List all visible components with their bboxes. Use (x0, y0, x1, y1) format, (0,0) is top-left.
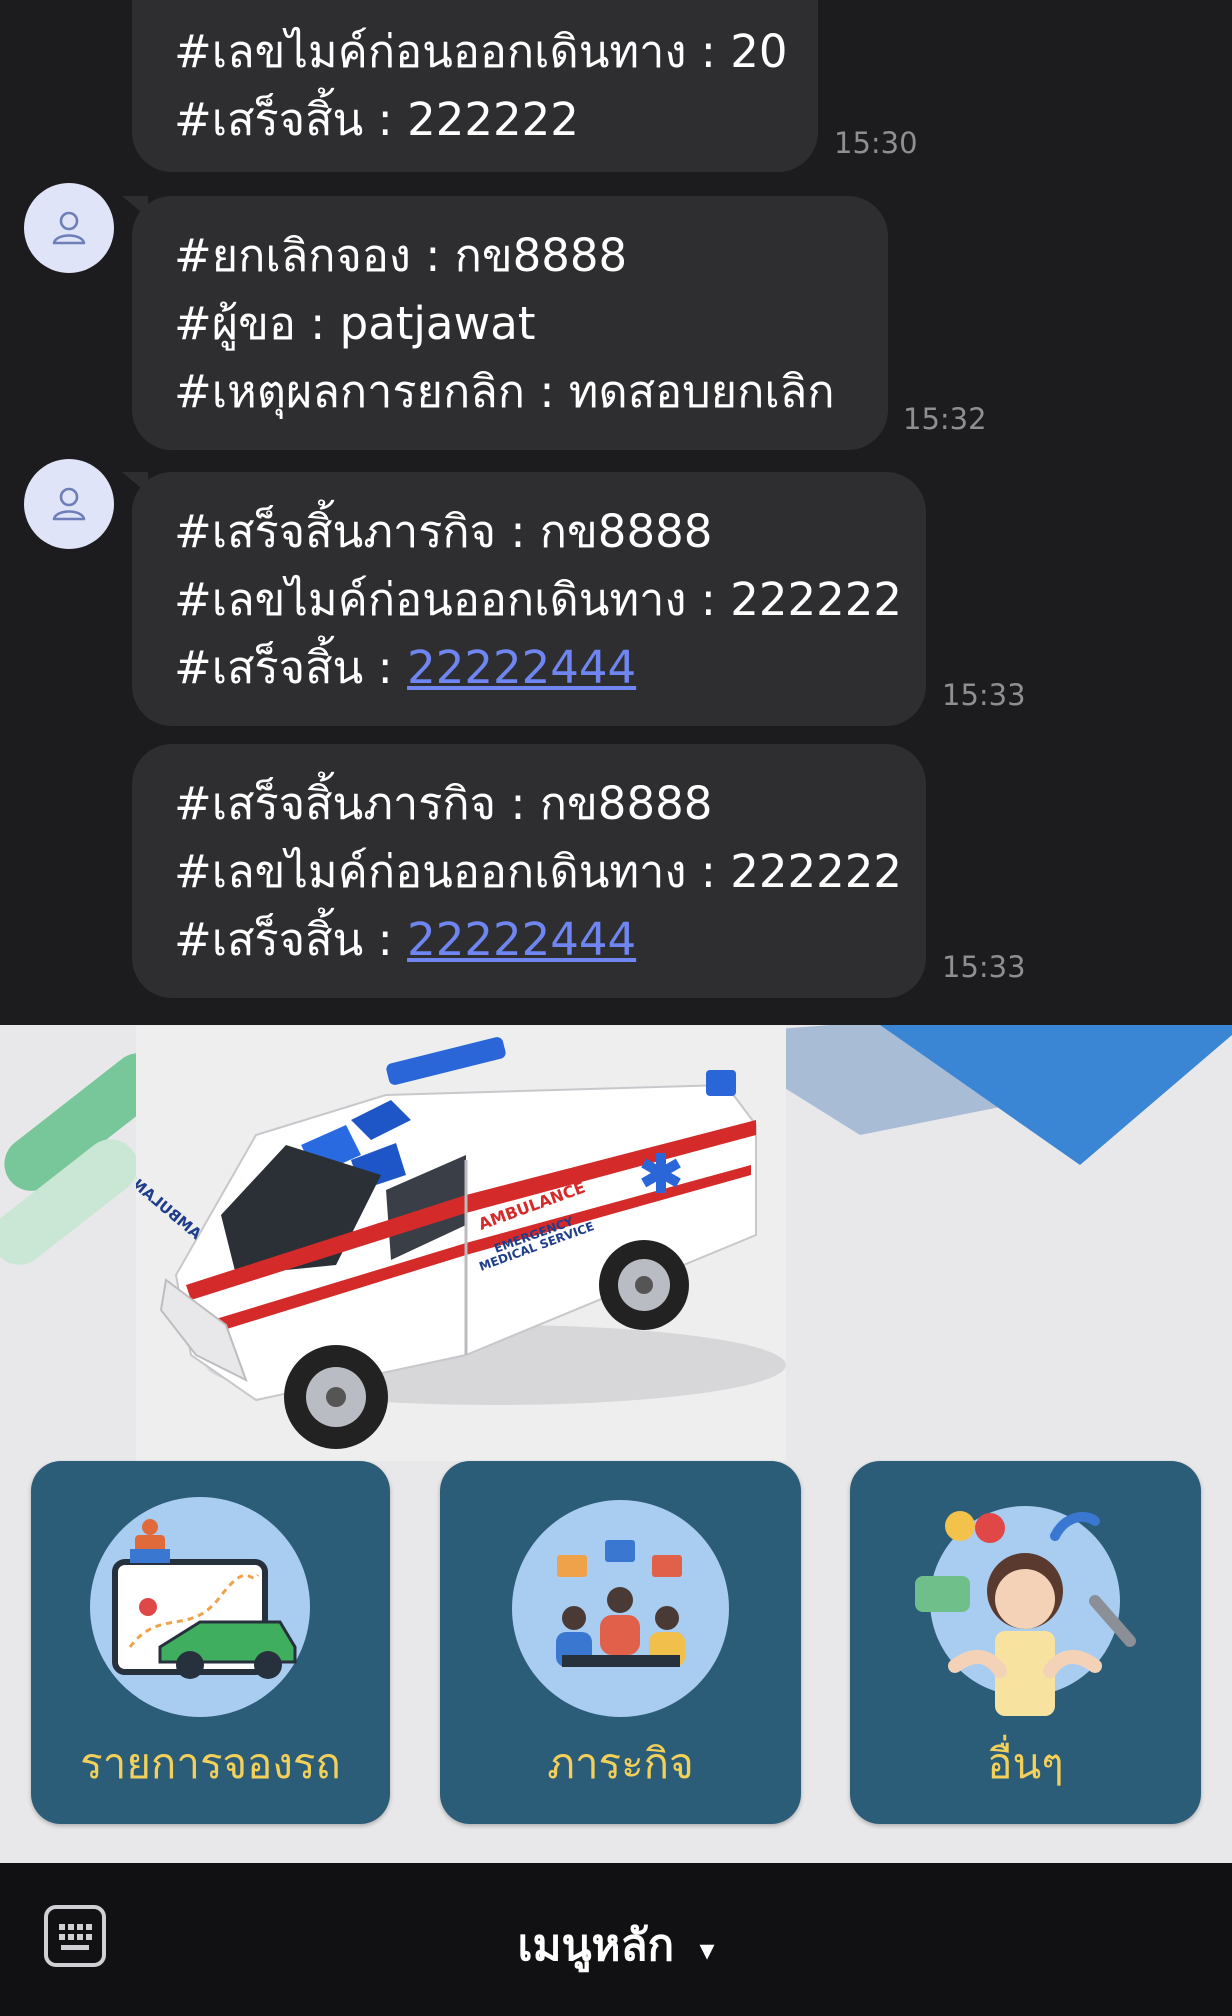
sender-avatar[interactable] (24, 183, 114, 273)
menu-card-bookings[interactable]: รายการจองรถ (31, 1461, 390, 1824)
message-line: #เลขไมค์ก่อนออกเดินทาง : 222222 (174, 573, 902, 626)
user-icon (52, 211, 86, 245)
message-line-prefix: #เสร็จสิ้น : (174, 913, 408, 966)
wheel-rear (599, 1240, 689, 1330)
ambulance-image: AMBULANCE EMERGENCY MEDICAL SERVICE AMBU… (136, 1037, 786, 1449)
car-map-icon (112, 1519, 297, 1679)
menu-card-others[interactable]: อื่นๆ (850, 1461, 1201, 1824)
message-time: 15:32 (903, 402, 987, 436)
message-line: #เหตุผลการยกลิก : ทดสอบยกเลิก (174, 365, 835, 418)
message-bubble[interactable]: #เสร็จสิ้นภารกิจ : กข8888 #เลขไมค์ก่อนออ… (132, 744, 926, 998)
ambulance-front-text: AMBULANCE (136, 1162, 205, 1243)
menu-card-label: รายการจองรถ (80, 1739, 341, 1788)
menu-card-missions[interactable]: ภาระกิจ (440, 1461, 801, 1824)
menu-title-label: เมนูหลัก (517, 1920, 675, 1971)
sender-avatar[interactable] (24, 459, 114, 549)
menu-card-label: อื่นๆ (987, 1739, 1064, 1788)
message-time: 15:33 (942, 950, 1026, 984)
message-line: #ยกเลิกจอง : กข8888 (174, 229, 628, 282)
message-time: 15:33 (942, 678, 1026, 712)
team-meeting-icon (556, 1540, 685, 1667)
chat-area: #เลขไมค์ก่อนออกเดินทาง : 20 #เสร็จสิ้น :… (0, 0, 1232, 1025)
message-line: #เสร็จสิ้นภารกิจ : กข8888 (174, 777, 713, 830)
support-agent-icon (915, 1506, 1136, 1716)
user-icon (52, 487, 86, 521)
message-line: #เสร็จสิ้น : 22222444 (174, 906, 884, 974)
rich-menu-toggle[interactable]: เมนูหลัก ▾ (0, 1910, 1232, 1980)
phone-number-link[interactable]: 22222444 (407, 641, 636, 694)
message-line: #ผู้ขอ : patjawat (174, 297, 536, 350)
message-line: #เสร็จสิ้น : 22222444 (174, 634, 884, 702)
message-line: #เสร็จสิ้น : 222222 (174, 93, 579, 146)
message-time: 15:30 (834, 126, 918, 160)
message-bubble[interactable]: #เลขไมค์ก่อนออกเดินทาง : 20 #เสร็จสิ้น :… (132, 0, 818, 172)
message-bubble[interactable]: #เสร็จสิ้นภารกิจ : กข8888 #เลขไมค์ก่อนออ… (132, 472, 926, 726)
message-line: #เลขไมค์ก่อนออกเดินทาง : 20 (174, 25, 788, 78)
message-line: #เสร็จสิ้นภารกิจ : กข8888 (174, 505, 713, 558)
phone-number-link[interactable]: 22222444 (407, 913, 636, 966)
message-bubble[interactable]: #ยกเลิกจอง : กข8888 #ผู้ขอ : patjawat #เ… (132, 196, 888, 450)
wheel-front (284, 1345, 388, 1449)
chevron-down-icon: ▾ (699, 1933, 715, 1968)
message-line-prefix: #เสร็จสิ้น : (174, 641, 408, 694)
message-line: #เลขไมค์ก่อนออกเดินทาง : 222222 (174, 845, 902, 898)
menu-card-label: ภาระกิจ (547, 1739, 694, 1788)
